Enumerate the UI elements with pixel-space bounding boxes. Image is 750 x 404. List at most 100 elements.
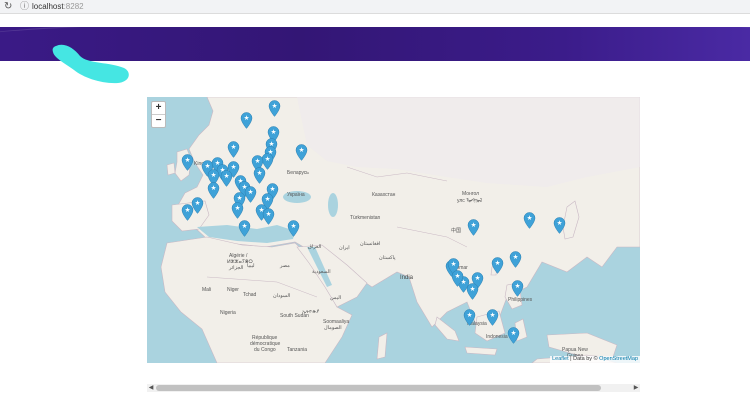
label-belarus: Беларусь (287, 170, 309, 176)
svg-text:★: ★ (256, 169, 262, 177)
map-marker-pin-icon[interactable]: ★ (463, 309, 476, 326)
map-marker-pin-icon[interactable]: ★ (244, 186, 257, 203)
label-china: 中国 (451, 228, 462, 234)
map-marker-pin-icon[interactable]: ★ (253, 167, 266, 184)
svg-text:★: ★ (223, 172, 229, 180)
map-marker-pin-icon[interactable]: ★ (295, 144, 308, 161)
osm-link[interactable]: OpenStreetMap (599, 356, 638, 362)
map-marker-pin-icon[interactable]: ★ (553, 217, 566, 234)
svg-text:★: ★ (290, 222, 296, 230)
svg-text:★: ★ (184, 206, 190, 214)
label-mali: Mali (202, 287, 212, 293)
svg-text:★: ★ (269, 185, 275, 193)
scrollbar-thumb[interactable] (156, 385, 601, 391)
map-marker-pin-icon[interactable]: ★ (207, 182, 220, 199)
label-mongolia: Монгол (462, 191, 480, 197)
label-iraq: العراق (308, 244, 322, 250)
attribution-separator: | Data by © (568, 356, 600, 362)
zoom-out-button[interactable]: − (152, 115, 165, 127)
brand-blob-logo[interactable] (50, 40, 132, 86)
svg-text:★: ★ (243, 114, 249, 122)
map-marker-pin-icon[interactable]: ★ (238, 220, 251, 237)
svg-text:★: ★ (184, 156, 190, 164)
info-icon[interactable]: ⓘ (20, 0, 29, 12)
svg-text:★: ★ (474, 274, 480, 282)
zoom-control: + − (151, 101, 166, 128)
zoom-in-button[interactable]: + (152, 102, 165, 115)
label-tchad: Tchad (243, 292, 257, 298)
label-ukraine: Україна (287, 192, 305, 198)
url-port: :8282 (63, 2, 84, 11)
label-sudan: السودان (273, 293, 291, 299)
label-niger: Niger (227, 287, 239, 293)
map-marker-pin-icon[interactable]: ★ (467, 219, 480, 236)
svg-text:★: ★ (298, 146, 304, 154)
label-congo-3: du Congo (254, 347, 276, 353)
svg-text:★: ★ (265, 210, 271, 218)
map-marker-pin-icon[interactable]: ★ (466, 283, 479, 300)
svg-text:★: ★ (194, 199, 200, 207)
label-libya: ليبيا (247, 263, 255, 269)
svg-text:★: ★ (210, 171, 216, 179)
svg-text:★: ★ (489, 311, 495, 319)
label-iran: ایران (339, 245, 350, 251)
reload-icon[interactable]: ↻ (4, 1, 12, 12)
svg-text:★: ★ (271, 102, 277, 110)
map-marker-pin-icon[interactable]: ★ (227, 141, 240, 158)
svg-text:★: ★ (450, 260, 456, 268)
map-marker-pin-icon[interactable]: ★ (220, 170, 233, 187)
world-map[interactable]: Казахстан Монгол улс ᠮᠣᠩᠭᠣᠯ Türkmenistan… (147, 97, 640, 363)
svg-text:★: ★ (270, 128, 276, 136)
svg-text:★: ★ (526, 214, 532, 222)
label-afghanistan: افغانستان (360, 241, 381, 247)
svg-text:★: ★ (247, 188, 253, 196)
label-kazakhstan: Казахстан (372, 192, 396, 198)
svg-text:★: ★ (230, 143, 236, 151)
label-saudi: السعودية (312, 269, 331, 275)
map-marker-pin-icon[interactable]: ★ (507, 327, 520, 344)
svg-text:★: ★ (514, 282, 520, 290)
map-marker-pin-icon[interactable]: ★ (181, 154, 194, 171)
url-host: localhost (32, 2, 64, 11)
svg-text:★: ★ (234, 204, 240, 212)
scroll-right-icon[interactable]: ▶ (632, 384, 640, 392)
svg-text:★: ★ (236, 194, 242, 202)
label-turkmenistan: Türkmenistan (350, 215, 381, 221)
map-marker-pin-icon[interactable]: ★ (523, 212, 536, 229)
scroll-left-icon[interactable]: ◀ (147, 384, 155, 392)
label-algeria-3: الجزائر (229, 265, 244, 271)
map-marker-pin-icon[interactable]: ★ (491, 257, 504, 274)
label-indonesia: Indonesia (486, 334, 508, 340)
label-yemen: اليمن (330, 295, 342, 301)
map-marker-pin-icon[interactable]: ★ (240, 112, 253, 129)
label-pakistan: پاکستان (379, 255, 396, 261)
map-marker-pin-icon[interactable]: ★ (511, 280, 524, 297)
map-marker-pin-icon[interactable]: ★ (268, 100, 281, 117)
map-marker-pin-icon[interactable]: ★ (451, 270, 464, 287)
svg-text:★: ★ (512, 253, 518, 261)
url-field[interactable]: localhost:8282 (32, 1, 84, 12)
map-marker-pin-icon[interactable]: ★ (509, 251, 522, 268)
svg-text:★: ★ (556, 219, 562, 227)
label-ethiopia: ኢትዮጵያ (302, 309, 320, 315)
map-marker-pin-icon[interactable]: ★ (287, 220, 300, 237)
svg-text:★: ★ (241, 222, 247, 230)
svg-text:★: ★ (470, 221, 476, 229)
label-india: India (400, 275, 414, 281)
label-somalia-2: الصومال (324, 325, 342, 331)
label-nigeria: Nigeria (220, 310, 236, 316)
svg-text:★: ★ (494, 259, 500, 267)
svg-text:★: ★ (510, 329, 516, 337)
svg-text:★: ★ (466, 311, 472, 319)
label-philippines: Philippines (508, 297, 533, 303)
svg-text:★: ★ (264, 155, 270, 163)
label-mongolia-2: улс ᠮᠣᠩᠭᠣᠯ (457, 198, 483, 204)
leaflet-link[interactable]: Leaflet (552, 356, 569, 362)
svg-text:★: ★ (210, 184, 216, 192)
horizontal-scrollbar[interactable]: ◀ ▶ (147, 384, 640, 392)
map-marker-pin-icon[interactable]: ★ (231, 202, 244, 219)
svg-text:★: ★ (264, 195, 270, 203)
map-marker-pin-icon[interactable]: ★ (486, 309, 499, 326)
map-marker-pin-icon[interactable]: ★ (262, 208, 275, 225)
map-marker-pin-icon[interactable]: ★ (181, 204, 194, 221)
